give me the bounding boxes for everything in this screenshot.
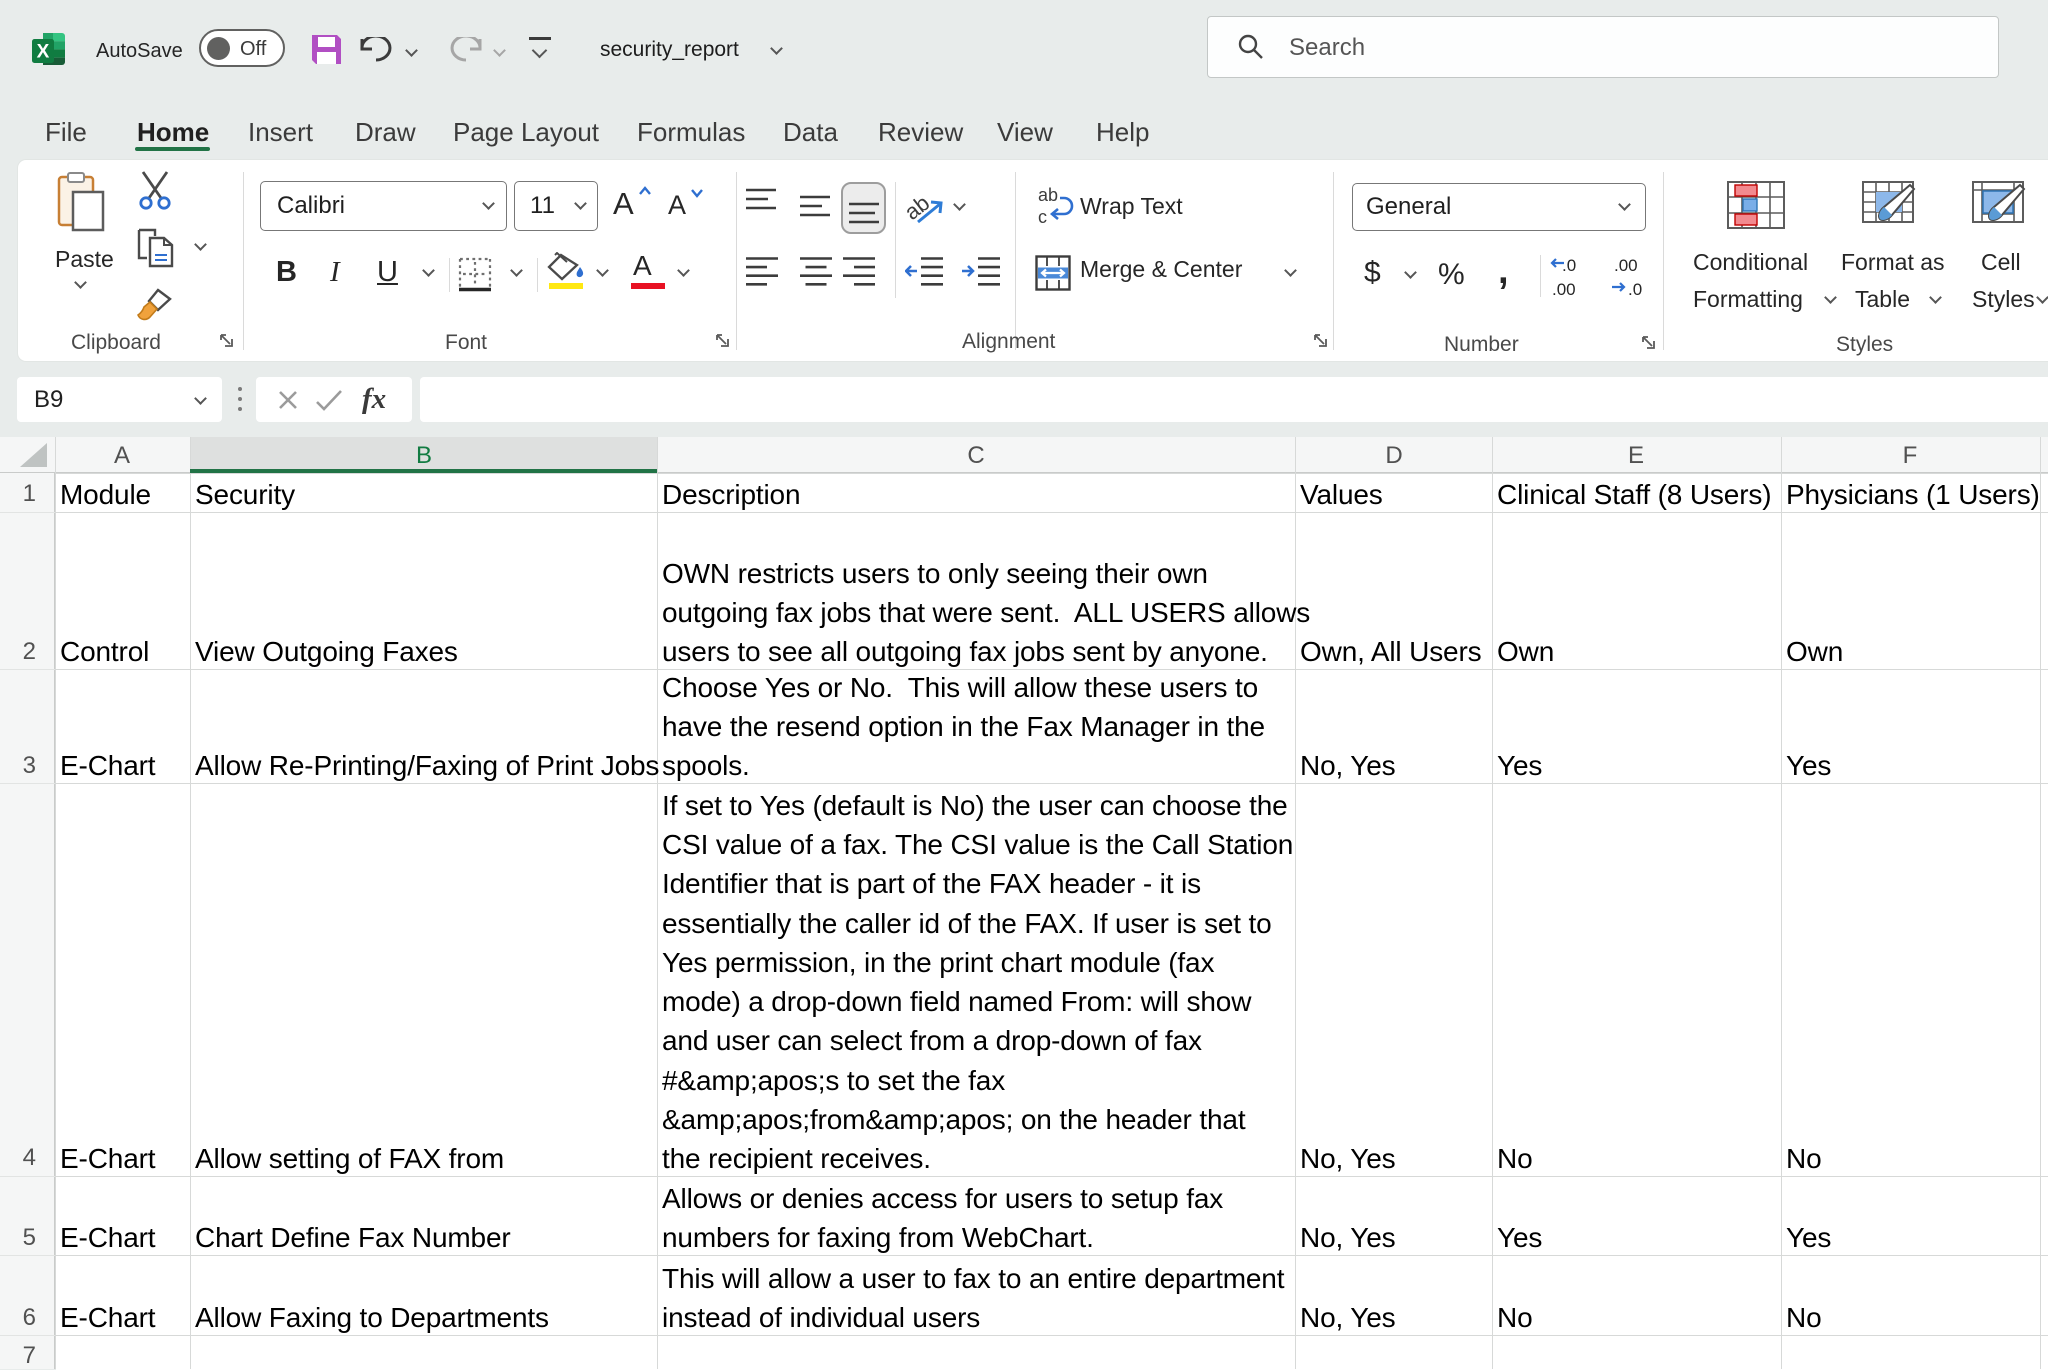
svg-text:ab: ab	[1038, 186, 1058, 205]
svg-text:.00: .00	[1614, 256, 1638, 275]
svg-text:.0: .0	[1628, 280, 1642, 299]
svg-text:.0: .0	[1562, 256, 1576, 275]
svg-text:.00: .00	[1552, 280, 1576, 299]
svg-text:c: c	[1038, 207, 1047, 226]
